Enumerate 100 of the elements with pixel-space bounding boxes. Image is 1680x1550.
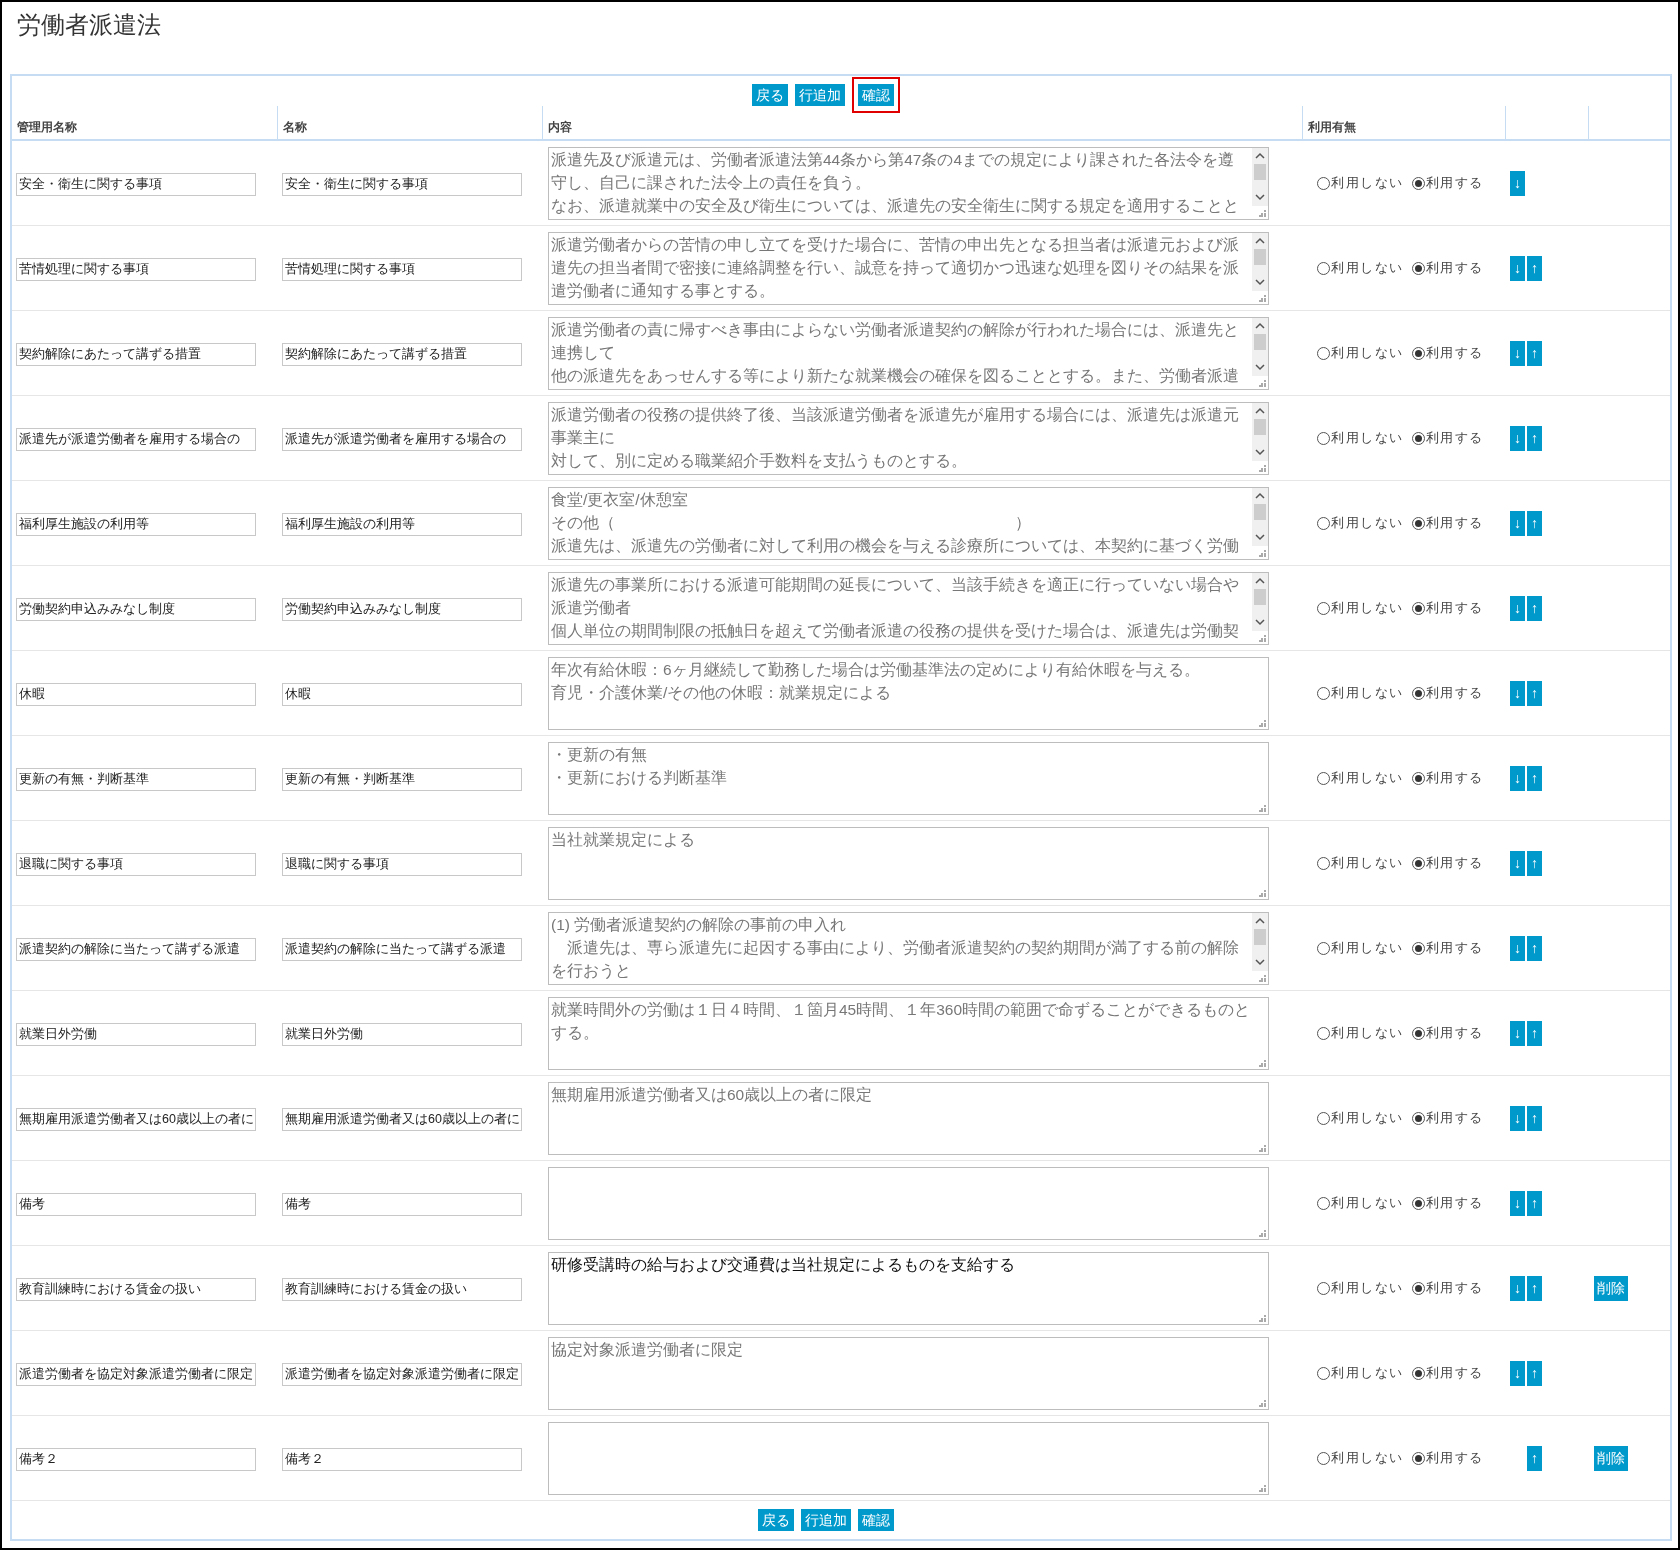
text-field[interactable]: 派遣契約の解除に当たって講ずる派遣: [282, 937, 522, 961]
radio-icon[interactable]: [1411, 771, 1425, 785]
radio-option[interactable]: 利用する: [1411, 598, 1484, 618]
radio-option[interactable]: 利用する: [1411, 258, 1484, 278]
text-area[interactable]: 派遣労働者の役務の提供終了後、当該派遣労働者を派遣先が雇用する場合には、派遣先は派遣元 事業主に 対して、別に定める職業紹介手数料を支払うものとする。: [548, 401, 1269, 475]
radio-icon[interactable]: [1411, 1281, 1425, 1295]
text-field[interactable]: 派遣先が派遣労働者を雇用する場合の: [282, 427, 522, 451]
radio-icon[interactable]: [1411, 1196, 1425, 1210]
radio-icon[interactable]: [1411, 176, 1425, 190]
radio-option[interactable]: 利用する: [1411, 683, 1484, 703]
resize-grip-icon[interactable]: [1259, 974, 1266, 982]
radio-icon[interactable]: [1411, 516, 1425, 530]
radio-option[interactable]: 利用しない: [1317, 853, 1404, 873]
radio-icon[interactable]: [1317, 1026, 1330, 1040]
radio-icon[interactable]: [1411, 1026, 1425, 1040]
resize-grip-icon[interactable]: [1259, 294, 1266, 302]
resize-grip-icon[interactable]: [1259, 464, 1266, 472]
text-area[interactable]: (1) 労働者派遣契約の解除の事前の申入れ 派遣先は、専ら派遣先に起因する事由により、労働者派遣契約の契約期間が満了する前の解除 を行おうと: [548, 911, 1269, 985]
text-field[interactable]: 福利厚生施設の利用等: [16, 512, 256, 536]
scrollbar[interactable]: [1252, 912, 1268, 971]
scrollbar[interactable]: [1252, 317, 1268, 376]
radio-option[interactable]: 利用しない: [1317, 173, 1404, 193]
radio-icon[interactable]: [1411, 686, 1425, 700]
resize-grip-icon[interactable]: [1259, 379, 1266, 387]
text-field[interactable]: 休暇: [16, 682, 256, 706]
text-field[interactable]: 福利厚生施設の利用等: [282, 512, 522, 536]
text-field[interactable]: 更新の有無・判断基準: [282, 767, 522, 791]
scrollbar[interactable]: [1252, 147, 1268, 206]
radio-option[interactable]: 利用しない: [1317, 428, 1404, 448]
text-field[interactable]: 退職に関する事項: [282, 852, 522, 876]
radio-option[interactable]: 利用する: [1411, 1193, 1484, 1213]
text-field[interactable]: 苦情処理に関する事項: [282, 257, 522, 281]
radio-icon[interactable]: [1317, 686, 1330, 700]
radio-icon[interactable]: [1317, 856, 1330, 870]
text-field[interactable]: 派遣契約の解除に当たって講ずる派遣: [16, 937, 256, 961]
text-field[interactable]: 労働契約申込みみなし制度: [16, 597, 256, 621]
radio-option[interactable]: 利用しない: [1317, 1193, 1404, 1213]
radio-option[interactable]: 利用する: [1411, 1278, 1484, 1298]
resize-grip-icon[interactable]: [1259, 719, 1266, 727]
radio-option[interactable]: 利用する: [1411, 513, 1484, 533]
text-area[interactable]: 派遣労働者からの苦情の申し立てを受けた場合に、苦情の申出先となる担当者は派遣元および派 遣先の担当者間で密接に連絡調整を行い、誠意を持って適切かつ迅速な処理を図りその結果を派 遣労働者に通知する事とする。: [548, 231, 1269, 305]
text-area[interactable]: 派遣先及び派遣元は、労働者派遣法第44条から第47条の4までの規定により課された各法令を遵 守し、自己に課された法令上の責任を負う。 なお、派遣就業中の安全及び衛生については、派遣先の安全衛生に関する規定を適用することと: [548, 146, 1269, 220]
radio-option[interactable]: 利用しない: [1317, 1278, 1404, 1298]
text-area[interactable]: 研修受講時の給与および交通費は当社規定によるものを支給する: [548, 1251, 1269, 1325]
radio-option[interactable]: 利用する: [1411, 428, 1484, 448]
radio-icon[interactable]: [1411, 431, 1425, 445]
radio-option[interactable]: 利用する: [1411, 1448, 1484, 1468]
radio-icon[interactable]: [1317, 771, 1330, 785]
text-field[interactable]: 備考: [16, 1192, 256, 1216]
text-field[interactable]: 教育訓練時における賃金の扱い: [16, 1277, 256, 1301]
radio-option[interactable]: 利用する: [1411, 343, 1484, 363]
text-field[interactable]: 契約解除にあたって講ずる措置: [282, 342, 522, 366]
radio-option[interactable]: 利用する: [1411, 1023, 1484, 1043]
radio-icon[interactable]: [1317, 346, 1330, 360]
text-field[interactable]: 就業日外労働: [282, 1022, 522, 1046]
radio-option[interactable]: 利用しない: [1317, 768, 1404, 788]
text-field[interactable]: 備考２: [282, 1447, 522, 1471]
radio-icon[interactable]: [1411, 1451, 1425, 1465]
radio-option[interactable]: 利用しない: [1317, 343, 1404, 363]
radio-option[interactable]: 利用しない: [1317, 1023, 1404, 1043]
radio-icon[interactable]: [1411, 346, 1425, 360]
resize-grip-icon[interactable]: [1259, 209, 1266, 217]
text-area[interactable]: 無期雇用派遣労働者又は60歳以上の者に限定: [548, 1081, 1269, 1155]
text-field[interactable]: 備考: [282, 1192, 522, 1216]
text-field[interactable]: 安全・衛生に関する事項: [282, 172, 522, 196]
text-area[interactable]: 当社就業規定による: [548, 826, 1269, 900]
text-field[interactable]: 休暇: [282, 682, 522, 706]
radio-icon[interactable]: [1317, 261, 1330, 275]
text-area[interactable]: 食堂/更衣室/休憩室 その他（ ） 派遣先は、派遣先の労働者に対して利用の機会を与える診療所については、本契約に基づく労働: [548, 486, 1269, 560]
radio-icon[interactable]: [1317, 176, 1330, 190]
radio-icon[interactable]: [1317, 941, 1330, 955]
text-field[interactable]: 苦情処理に関する事項: [16, 257, 256, 281]
scrollbar[interactable]: [1252, 487, 1268, 546]
radio-icon[interactable]: [1317, 1111, 1330, 1125]
radio-icon[interactable]: [1411, 941, 1425, 955]
radio-option[interactable]: 利用しない: [1317, 938, 1404, 958]
radio-icon[interactable]: [1317, 516, 1330, 530]
text-area[interactable]: 就業時間外の労働は１日４時間、１箇月45時間、１年360時間の範囲で命ずることができるものと する。: [548, 996, 1269, 1070]
text-area[interactable]: 派遣先の事業所における派遣可能期間の延長について、当該手続きを適正に行っていない場合や 派遣労働者 個人単位の期間制限の抵触日を超えて労働者派遣の役務の提供を受けた場合は、派遣先は労働契: [548, 571, 1269, 645]
resize-grip-icon[interactable]: [1259, 1144, 1266, 1152]
radio-icon[interactable]: [1317, 431, 1330, 445]
radio-icon[interactable]: [1411, 1111, 1425, 1125]
resize-grip-icon[interactable]: [1259, 889, 1266, 897]
radio-option[interactable]: 利用しない: [1317, 513, 1404, 533]
radio-option[interactable]: 利用する: [1411, 768, 1484, 788]
radio-option[interactable]: 利用しない: [1317, 1363, 1404, 1383]
text-field[interactable]: 更新の有無・判断基準: [16, 767, 256, 791]
radio-icon[interactable]: [1411, 601, 1425, 615]
radio-option[interactable]: 利用する: [1411, 173, 1484, 193]
scrollbar[interactable]: [1252, 402, 1268, 461]
radio-option[interactable]: 利用する: [1411, 1108, 1484, 1128]
resize-grip-icon[interactable]: [1259, 1059, 1266, 1067]
radio-option[interactable]: 利用する: [1411, 853, 1484, 873]
text-field[interactable]: 安全・衛生に関する事項: [16, 172, 256, 196]
text-field[interactable]: 備考２: [16, 1447, 256, 1471]
radio-option[interactable]: 利用する: [1411, 938, 1484, 958]
text-area[interactable]: 派遣労働者の責に帰すべき事由によらない労働者派遣契約の解除が行われた場合には、派遣先と 連携して 他の派遣先をあっせんする等により新たな就業機会の確保を図ることとする。また、労働者派遣: [548, 316, 1269, 390]
radio-icon[interactable]: [1411, 856, 1425, 870]
radio-icon[interactable]: [1317, 1196, 1330, 1210]
text-area[interactable]: 協定対象派遣労働者に限定: [548, 1336, 1269, 1410]
